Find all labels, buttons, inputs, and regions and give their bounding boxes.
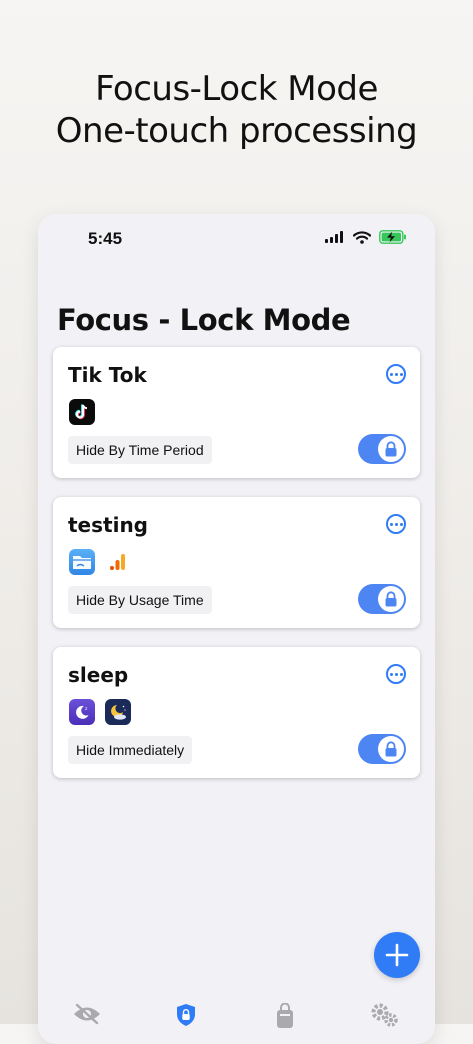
app-icons: [69, 399, 95, 425]
lock-icon: [385, 741, 397, 757]
app-icons: z: [69, 699, 131, 725]
app-icons: [69, 549, 131, 575]
dot: [399, 372, 403, 376]
status-bar: 5:45: [38, 214, 435, 264]
wifi-icon: [353, 230, 371, 244]
dot: [389, 372, 393, 376]
battery-charging-icon: [379, 230, 406, 244]
files-app-icon: [69, 549, 95, 575]
tab-app-lock[interactable]: [270, 1003, 300, 1031]
more-options-button[interactable]: [386, 364, 406, 384]
dot: [394, 522, 398, 526]
dot: [399, 522, 403, 526]
signal-icon: [325, 231, 343, 243]
card-title: testing: [68, 513, 148, 537]
rule-chip: Hide By Time Period: [68, 436, 212, 464]
more-options-button[interactable]: [386, 514, 406, 534]
tab-settings[interactable]: [369, 1003, 399, 1031]
toggle-knob: [378, 436, 404, 462]
plus-icon: [385, 943, 409, 967]
toggle-knob: [378, 736, 404, 762]
tab-bar: [38, 999, 435, 1044]
add-lock-button[interactable]: [374, 932, 420, 978]
dot: [394, 672, 398, 676]
phone-screen: 5:45 Focus - Lock Mode Tik Tok Hide By T…: [38, 214, 435, 1044]
more-options-button[interactable]: [386, 664, 406, 684]
lock-card-testing[interactable]: testing Hide By Usage Time: [53, 497, 420, 628]
card-title: Tik Tok: [68, 363, 147, 387]
tab-hide[interactable]: [72, 1003, 102, 1031]
toggle-knob: [378, 586, 404, 612]
dot: [399, 672, 403, 676]
lock-icon: [385, 441, 397, 457]
lock-card-tiktok[interactable]: Tik Tok Hide By Time Period: [53, 347, 420, 478]
tab-lock-mode[interactable]: [171, 1003, 201, 1031]
lock-icon: [385, 591, 397, 607]
rule-chip: Hide By Usage Time: [68, 586, 212, 614]
lock-toggle[interactable]: [358, 434, 406, 464]
card-title: sleep: [68, 663, 129, 687]
svg-text:z: z: [85, 707, 88, 712]
page-title: Focus - Lock Mode: [57, 303, 351, 337]
sleep-app-icon: z: [69, 699, 95, 725]
shield-lock-icon: [177, 1004, 195, 1026]
status-icons: [325, 230, 407, 244]
rule-chip: Hide Immediately: [68, 736, 193, 764]
lock-toggle[interactable]: [358, 734, 406, 764]
app-lock-icon: [277, 1003, 293, 1028]
lock-toggle[interactable]: [358, 584, 406, 614]
dot: [389, 522, 393, 526]
tiktok-app-icon: [69, 399, 95, 425]
gears-icon: [371, 1003, 398, 1027]
promo-line-2: One-touch processing: [55, 111, 418, 151]
dot: [394, 372, 398, 376]
status-time: 5:45: [88, 229, 123, 248]
lock-card-sleep[interactable]: sleep z Hide Immediately: [53, 647, 420, 778]
promo-headline: Focus-Lock Mode One-touch processing: [0, 68, 473, 152]
moon-weather-app-icon: [105, 699, 131, 725]
promo-line-1: Focus-Lock Mode: [95, 69, 378, 109]
dot: [389, 672, 393, 676]
eye-slash-icon: [74, 1003, 100, 1025]
analytics-app-icon: [105, 549, 131, 575]
